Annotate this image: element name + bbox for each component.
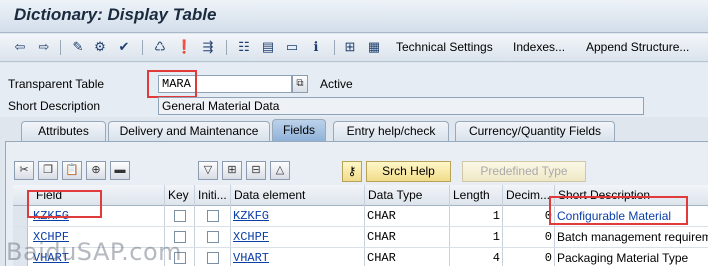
toolbar-separator (60, 40, 61, 55)
highlight-box-field-header (27, 190, 102, 218)
initial-checkbox[interactable] (207, 252, 219, 264)
srch-help-button[interactable]: Srch Help (366, 161, 451, 182)
short-description-cell[interactable]: Batch management requirem (557, 230, 708, 244)
short-description-label: Short Description (8, 99, 101, 113)
transparent-table-label: Transparent Table (8, 77, 105, 91)
data-type-cell[interactable]: CHAR (367, 209, 396, 223)
copy-icon[interactable]: ❐ (38, 161, 58, 180)
data-type-cell[interactable]: CHAR (367, 230, 396, 244)
select-all-icon[interactable]: ⊞ (222, 161, 242, 180)
tab-strip: Attributes Delivery and Maintenance Fiel… (0, 119, 708, 141)
short-description-field[interactable]: General Material Data (158, 97, 644, 115)
toolbar-separator (226, 40, 227, 55)
key-checkbox[interactable] (174, 210, 186, 222)
initial-checkbox[interactable] (207, 210, 219, 222)
tab-currency-quantity-fields[interactable]: Currency/Quantity Fields (455, 121, 615, 141)
window-title: Dictionary: Display Table (14, 5, 217, 24)
select-icon[interactable]: ▽ (198, 161, 218, 180)
print-icon[interactable]: ▤ (260, 39, 276, 55)
collapse-icon[interactable]: △ (270, 161, 290, 180)
insert-row-icon[interactable]: ⊕ (86, 161, 106, 180)
application-toolbar: ⇦ ⇨ ✎ ⚙ ✔ ♺ ❗ ⇶ ☷ ▤ ▭ ℹ ⊞ ▦ Technical Se… (0, 34, 708, 62)
column-header-initial[interactable]: Initi... (198, 188, 227, 202)
column-header-decimals[interactable]: Decim... (506, 188, 550, 202)
highlight-box-table-name (147, 70, 197, 98)
status-label: Active (320, 77, 353, 91)
other-object-icon[interactable]: ⚙ (92, 39, 108, 55)
toolbar-separator (142, 40, 143, 55)
decimals-cell[interactable]: 0 (505, 209, 552, 223)
short-description-cell[interactable]: Packaging Material Type (557, 251, 688, 265)
check-icon[interactable]: ✔ (116, 39, 132, 55)
column-header-key[interactable]: Key (168, 188, 189, 202)
predefined-type-button[interactable]: Predefined Type (462, 161, 586, 182)
hierarchy-icon[interactable]: ☷ (236, 39, 252, 55)
contents-icon[interactable]: ▭ (284, 39, 300, 55)
highlight-box-short-description (549, 196, 688, 225)
object-list-icon[interactable]: ⇶ (200, 39, 216, 55)
paste-icon[interactable]: 📋 (62, 161, 82, 180)
back-arrow-icon[interactable]: ⇦ (12, 39, 28, 55)
forward-arrow-icon[interactable]: ⇨ (36, 39, 52, 55)
decimals-cell[interactable]: 0 (505, 251, 552, 265)
watermark-text: BaiduSAP.com (6, 238, 183, 266)
structure-icon[interactable]: ⊞ (342, 39, 358, 55)
tab-attributes[interactable]: Attributes (21, 121, 106, 141)
length-cell[interactable]: 1 (453, 209, 500, 223)
column-header-data-type[interactable]: Data Type (368, 188, 422, 202)
toolbar-separator (334, 40, 335, 55)
where-used-icon[interactable]: ❗ (176, 39, 192, 55)
display-change-icon[interactable]: ✎ (70, 39, 86, 55)
delete-row-icon[interactable]: ▬ (110, 161, 130, 180)
length-cell[interactable]: 4 (453, 251, 500, 265)
column-header-length[interactable]: Length (453, 188, 490, 202)
key-icon[interactable]: ⚷ (342, 161, 362, 182)
display-object-icon[interactable]: ⧉ (292, 75, 308, 93)
cut-icon[interactable]: ✂ (14, 161, 34, 180)
data-element-cell[interactable]: XCHPF (233, 230, 269, 244)
deselect-icon[interactable]: ⊟ (246, 161, 266, 180)
activate-icon[interactable]: ♺ (152, 39, 168, 55)
data-type-cell[interactable]: CHAR (367, 251, 396, 265)
technical-settings-button[interactable]: Technical Settings (396, 40, 493, 54)
tab-delivery-and-maintenance[interactable]: Delivery and Maintenance (108, 121, 270, 141)
data-element-cell[interactable]: KZKFG (233, 209, 269, 223)
info-icon[interactable]: ℹ (308, 39, 324, 55)
tab-fields[interactable]: Fields (272, 119, 326, 141)
column-header-data-element[interactable]: Data element (234, 188, 305, 202)
data-element-cell[interactable]: VHART (233, 251, 269, 265)
decimals-cell[interactable]: 0 (505, 230, 552, 244)
length-cell[interactable]: 1 (453, 230, 500, 244)
indexes-button[interactable]: Indexes... (513, 40, 565, 54)
tab-entry-help-check[interactable]: Entry help/check (333, 121, 449, 141)
title-bar: Dictionary: Display Table (0, 0, 708, 33)
initial-checkbox[interactable] (207, 231, 219, 243)
table-grid-icon[interactable]: ▦ (366, 39, 382, 55)
append-structure-button[interactable]: Append Structure... (586, 40, 689, 54)
